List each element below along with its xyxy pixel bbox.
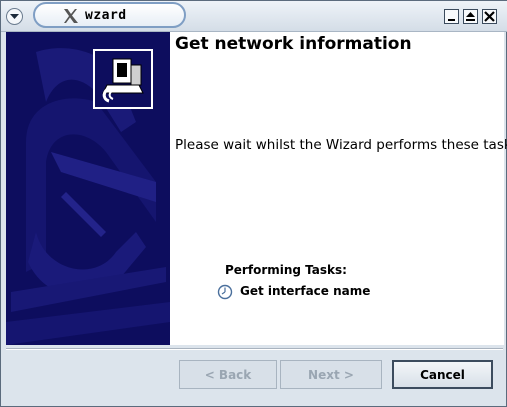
wizard-side-banner [6,32,170,345]
title-bar[interactable]: wzard [1,1,507,32]
window-title: wzard [85,8,127,23]
close-button[interactable] [482,9,497,24]
window-menu-button[interactable] [6,8,23,25]
task-label: Get interface name [240,284,371,298]
maximize-icon [466,12,475,21]
cancel-button[interactable]: Cancel [392,360,493,389]
window-title-tab[interactable]: wzard [33,2,186,28]
close-icon [484,11,495,22]
page-description: Please wait whilst the Wizard performs t… [175,137,507,153]
chevron-down-icon [10,14,19,19]
page-title: Get network information [175,34,412,54]
tasks-heading: Performing Tasks: [225,263,347,277]
minimize-button[interactable] [444,9,459,24]
x-app-icon [64,9,78,23]
wizard-window: wzard Get network information Please wai… [0,0,507,407]
wizard-content: Get network information Please wait whil… [6,32,507,345]
wizard-computer-icon [93,49,153,109]
maximize-button[interactable] [463,9,478,24]
clock-icon [217,284,233,300]
button-separator [6,348,503,350]
back-button[interactable]: < Back [179,360,277,389]
minimize-icon [448,19,455,21]
next-button[interactable]: Next > [280,360,382,389]
